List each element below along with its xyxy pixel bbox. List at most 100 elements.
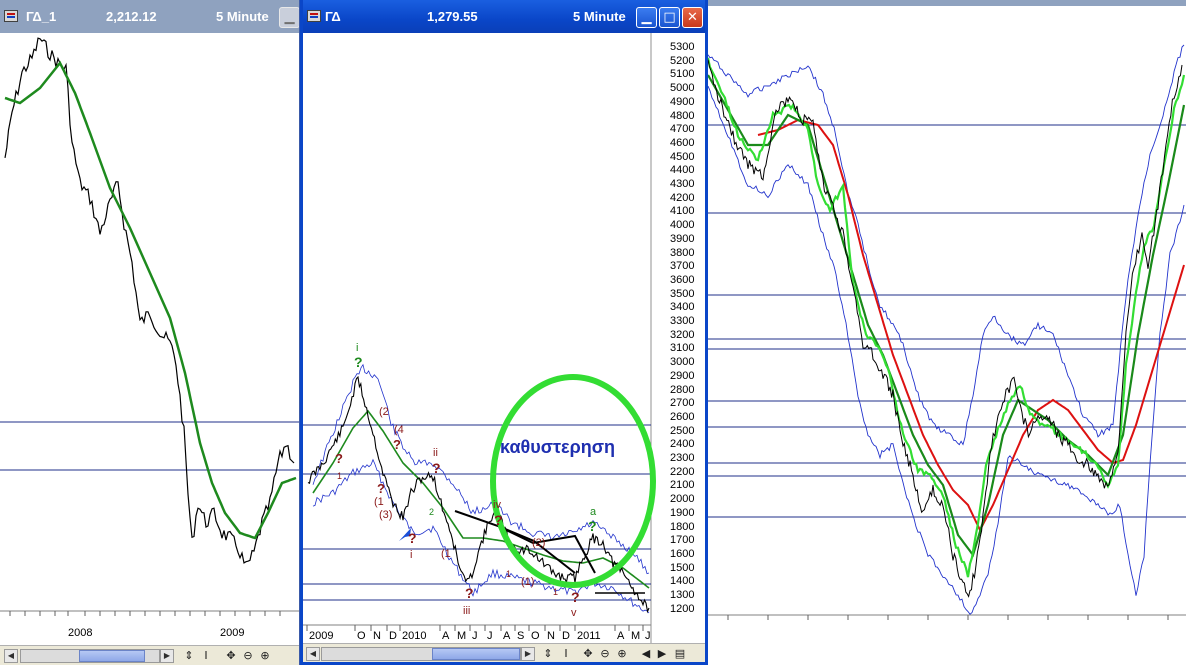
wave-label: ?: [377, 481, 385, 496]
window-interval: 5 Minute: [216, 9, 269, 24]
minimize-button[interactable]: ▁: [636, 7, 657, 28]
price-axis-label: 4400: [670, 164, 695, 177]
zoom-in-icon[interactable]: ⊕: [258, 649, 272, 663]
page-left-icon[interactable]: ◀: [639, 647, 653, 661]
left-price-chart[interactable]: 2008 2009: [0, 33, 300, 643]
middle-price-chart[interactable]: καθυστερηση i ? ? (1 ? (2 (4 ? (3) ii ? …: [303, 33, 705, 645]
wave-label: 1: [553, 587, 558, 597]
wave-label: (1): [521, 576, 534, 588]
wave-label: v: [571, 607, 577, 619]
price-axis-label: 2800: [670, 383, 695, 396]
left-chart-window[interactable]: ΓΔ_1 2,212.12 5 Minute ▁ 2008 2009 ◀ ▶ ⇕…: [0, 0, 300, 665]
sync-icon[interactable]: ⇕: [541, 647, 555, 661]
price-axis-label: 2600: [670, 410, 695, 423]
middle-chart-window[interactable]: ΓΔ 1,279.55 5 Minute ▁ □ ✕ καθυστερηση i…: [300, 0, 708, 665]
price-axis-label: 1300: [670, 589, 695, 601]
price-axis-label: 4900: [670, 95, 695, 108]
wave-label: (2: [379, 406, 389, 418]
wave-label: (2): [532, 537, 545, 549]
move-icon[interactable]: ✥: [581, 647, 595, 661]
scrollbar-thumb[interactable]: [79, 650, 145, 662]
cursor-icon[interactable]: I: [559, 647, 573, 661]
cursor-icon[interactable]: I: [199, 649, 213, 663]
price-axis-label: 2100: [670, 479, 695, 492]
wave-label: 1: [506, 569, 511, 579]
wave-label: ii: [433, 447, 438, 459]
x-axis-label: 2008: [68, 627, 92, 639]
right-price-chart[interactable]: [708, 35, 1186, 665]
maximize-button[interactable]: □: [659, 7, 680, 28]
price-axis-label: 3400: [670, 301, 695, 314]
horizontal-scrollbar[interactable]: [20, 649, 160, 663]
x-axis-label: D: [389, 630, 397, 642]
middle-window-titlebar[interactable]: ΓΔ 1,279.55 5 Minute ▁ □ ✕: [303, 0, 705, 33]
wave-label: (4: [394, 424, 404, 436]
price-axis-label: 5000: [670, 82, 695, 95]
right-window-header: [708, 6, 1186, 36]
window-title: ΓΔ: [325, 9, 341, 24]
wave-label: ?: [588, 518, 597, 534]
price-axis-label: 2400: [670, 438, 695, 451]
end-icon[interactable]: ▤: [673, 647, 687, 661]
wave-label: iv: [493, 499, 501, 511]
close-button[interactable]: ✕: [682, 7, 703, 28]
x-axis-label: D: [562, 630, 570, 642]
wave-label: 1: [337, 471, 342, 481]
price-axis-label: 3200: [670, 328, 695, 341]
price-axis-label: 1800: [670, 520, 695, 533]
price-axis-label: 1900: [670, 506, 695, 519]
horizontal-scrollbar[interactable]: [321, 647, 521, 661]
x-axis-label: 2009: [309, 630, 333, 642]
scroll-left-button[interactable]: ◀: [4, 649, 18, 663]
scroll-right-button[interactable]: ▶: [521, 647, 535, 661]
middle-window-toolbar: ◀ ▶ ⇕ I ✥ ⊖ ⊕ ◀ ▶ ▤: [303, 643, 705, 662]
wave-label: ?: [465, 585, 474, 601]
price-axis-label: 5300: [670, 41, 695, 53]
wave-label: ?: [354, 354, 363, 370]
price-axis-label: 4800: [670, 109, 695, 122]
x-axis-label: A: [617, 630, 625, 642]
x-axis-label: O: [357, 630, 366, 642]
zoom-out-icon[interactable]: ⊖: [241, 649, 255, 663]
x-axis-label: A: [442, 630, 450, 642]
scroll-right-button[interactable]: ▶: [160, 649, 174, 663]
wave-label: ?: [393, 437, 401, 452]
price-axis-label: 3700: [670, 260, 695, 273]
x-axis-label: 2009: [220, 627, 244, 639]
scrollbar-thumb[interactable]: [432, 648, 520, 660]
right-chart-window[interactable]: [708, 0, 1186, 665]
x-axis-label: M: [631, 630, 640, 642]
x-axis-label: 2010: [402, 630, 426, 642]
wave-label: ?: [408, 530, 417, 546]
scroll-left-button[interactable]: ◀: [306, 647, 320, 661]
minimize-button[interactable]: ▁: [279, 7, 299, 28]
wave-label: (1: [441, 548, 451, 560]
page-right-icon[interactable]: ▶: [655, 647, 669, 661]
chart-window-icon: [307, 10, 321, 22]
x-axis-label: J: [472, 630, 478, 642]
price-axis-label: 4700: [670, 123, 695, 136]
annotation-text: καθυστερηση: [500, 437, 615, 457]
price-axis-label: 2300: [670, 452, 695, 464]
price-axis-label: 1200: [670, 602, 695, 615]
price-axis-label: 2500: [670, 424, 695, 437]
wave-label: ?: [432, 460, 441, 476]
price-axis-label: 1700: [670, 534, 695, 547]
wave-label: 2: [429, 507, 434, 517]
price-axis-label: 1600: [670, 547, 695, 560]
chart-background: [303, 33, 705, 645]
x-axis-label: 2011: [577, 630, 601, 642]
zoom-out-icon[interactable]: ⊖: [598, 647, 612, 661]
left-window-titlebar[interactable]: ΓΔ_1 2,212.12 5 Minute ▁: [0, 0, 299, 33]
price-axis-label: 4600: [670, 136, 695, 149]
sync-icon[interactable]: ⇕: [182, 649, 196, 663]
move-icon[interactable]: ✥: [224, 649, 238, 663]
x-axis-label: O: [531, 630, 540, 642]
price-axis-label: 4200: [670, 191, 695, 204]
wave-label: i: [410, 549, 412, 561]
wave-label: ?: [335, 451, 343, 466]
zoom-in-icon[interactable]: ⊕: [615, 647, 629, 661]
wave-label: (3): [379, 509, 392, 521]
x-axis-label: J: [487, 630, 493, 642]
window-price-value: 2,212.12: [106, 9, 157, 24]
